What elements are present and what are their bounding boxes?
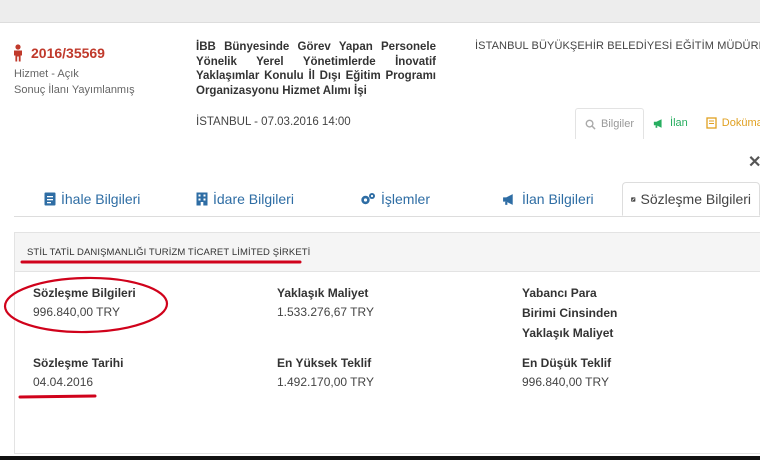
megaphone-icon xyxy=(653,118,662,128)
tender-status: Sonuç İlanı Yayımlanmış xyxy=(14,84,135,96)
bottom-edge xyxy=(0,456,760,460)
top-toolbar xyxy=(0,0,760,23)
search-icon xyxy=(585,119,596,130)
close-icon[interactable]: ✕ xyxy=(748,152,760,172)
detail-tabs: İhale Bilgileri İdare Bilgileri İşlemler… xyxy=(14,182,760,217)
field-en-dusuk-teklif: En Düşük Teklif 996.840,00 TRY xyxy=(522,356,612,389)
mini-tab-bilgiler[interactable]: Bilgiler xyxy=(575,108,645,139)
contract-panel: STİL TATİL DANIŞMANLIĞI TURİZM TİCARET L… xyxy=(14,232,760,454)
contract-panel-header: STİL TATİL DANIŞMANLIĞI TURİZM TİCARET L… xyxy=(15,233,760,272)
tab-ihale-bilgileri[interactable]: İhale Bilgileri xyxy=(44,182,140,216)
tender-number: 2016/35569 xyxy=(31,45,105,61)
tab-islemler[interactable]: İşlemler xyxy=(360,182,430,216)
tab-sozlesme-bilgileri[interactable]: Sözleşme Bilgileri xyxy=(622,182,760,216)
megaphone-icon xyxy=(503,193,513,205)
tab-idare-bilgileri[interactable]: İdare Bilgileri xyxy=(196,182,294,216)
tender-type: Hizmet - Açık xyxy=(14,68,79,80)
field-yabanci-para-maliyet: Yabancı Para Birimi Cinsinden Yaklaşık M… xyxy=(522,286,618,340)
gears-icon xyxy=(361,193,375,205)
document-icon xyxy=(44,192,56,206)
field-en-yuksek-teklif: En Yüksek Teklif 1.492.170,00 TRY xyxy=(277,356,374,389)
field-yaklasik-maliyet: Yaklaşık Maliyet 1.533.276,67 TRY xyxy=(277,286,374,319)
institution-name: İSTANBUL BÜYÜKŞEHİR BELEDİYESİ EĞİTİM MÜ… xyxy=(475,40,760,52)
mini-tab-dokumanlar[interactable]: Dokümanlar xyxy=(697,108,760,138)
tender-title: İBB Bünyesinde Görev Yapan Personele Yön… xyxy=(196,41,436,97)
contractor-name: STİL TATİL DANIŞMANLIĞI TURİZM TİCARET L… xyxy=(27,247,311,258)
tender-id: 2016/35569 xyxy=(12,44,105,62)
tender-location-date: İSTANBUL - 07.03.2016 14:00 xyxy=(196,116,351,128)
edit-icon xyxy=(631,196,636,202)
field-sozlesme-bilgileri: Sözleşme Bilgileri 996.840,00 TRY xyxy=(33,286,136,319)
field-sozlesme-tarihi: Sözleşme Tarihi 04.04.2016 xyxy=(33,356,124,389)
person-icon xyxy=(14,44,22,62)
detail-mini-tabs: Bilgiler İlan Dokümanlar xyxy=(575,108,760,139)
mini-tab-ilan[interactable]: İlan xyxy=(644,108,697,138)
tab-ilan-bilgileri[interactable]: İlan Bilgileri xyxy=(502,182,594,216)
document-icon xyxy=(706,117,717,129)
building-icon xyxy=(196,192,208,206)
